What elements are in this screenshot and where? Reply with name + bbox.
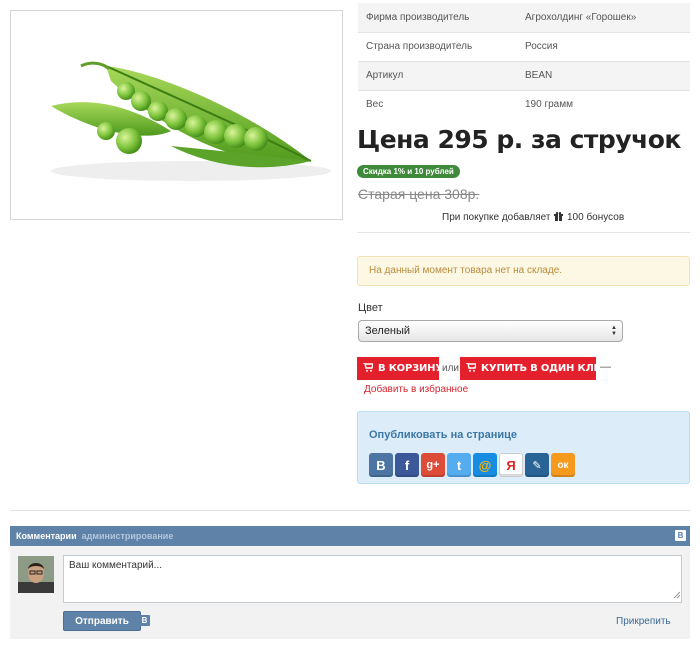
comment-input[interactable]: Ваш комментарий... bbox=[63, 555, 682, 603]
table-row: Вес 190 грамм bbox=[358, 89, 690, 119]
price-title: Цена 295 р. за стручок bbox=[357, 125, 681, 154]
spec-value: BEAN bbox=[517, 60, 690, 90]
spec-label: Страна производитель bbox=[358, 31, 517, 61]
table-row: Фирма производитель Агрохолдинг «Горошек… bbox=[358, 3, 690, 32]
mail-ru-icon[interactable]: @ bbox=[473, 453, 497, 477]
product-image[interactable] bbox=[10, 10, 343, 220]
share-box: Опубликовать на странице B f g+ t @ Я ✎ … bbox=[357, 411, 690, 484]
buy-one-click-button[interactable]: КУПИТЬ В ОДИН КЛИК bbox=[460, 357, 610, 380]
color-select[interactable]: Зеленый ▲ ▼ bbox=[358, 320, 623, 342]
comments-header: Комментарии администрирование B bbox=[10, 526, 690, 546]
add-to-cart-button[interactable]: В КОРЗИНУ bbox=[357, 357, 443, 380]
add-to-cart-label: В КОРЗИНУ bbox=[378, 363, 443, 374]
color-selected-value: Зеленый bbox=[365, 325, 411, 337]
attach-link[interactable]: Прикрепить bbox=[616, 616, 671, 627]
pea-pod-illustration bbox=[51, 61, 331, 181]
admin-link[interactable]: администрирование bbox=[82, 531, 174, 541]
vkontakte-icon[interactable]: B bbox=[369, 453, 393, 477]
spec-value: 190 грамм bbox=[517, 89, 690, 119]
spec-value: Агрохолдинг «Горошек» bbox=[517, 3, 690, 32]
dash-separator: — bbox=[600, 361, 611, 373]
color-label: Цвет bbox=[358, 302, 383, 314]
facebook-icon[interactable]: f bbox=[395, 453, 419, 477]
gift-icon bbox=[554, 212, 564, 224]
old-price: Старая цена 308р. bbox=[358, 186, 480, 202]
cart-icon bbox=[363, 361, 374, 375]
spec-label: Фирма производитель bbox=[358, 3, 517, 32]
google-plus-icon[interactable]: g+ bbox=[421, 453, 445, 477]
product-specs-table: Фирма производитель Агрохолдинг «Горошек… bbox=[358, 3, 690, 119]
comment-placeholder: Ваш комментарий... bbox=[69, 560, 163, 571]
livejournal-icon[interactable]: ✎ bbox=[525, 453, 549, 477]
send-comment-button[interactable]: Отправить bbox=[63, 611, 141, 631]
spec-label: Артикул bbox=[358, 60, 517, 90]
buy-one-click-label: КУПИТЬ В ОДИН КЛИК bbox=[481, 363, 610, 374]
vk-logo-icon: B bbox=[675, 530, 686, 541]
share-icons: B f g+ t @ Я ✎ ок bbox=[369, 453, 575, 477]
odnoklassniki-icon[interactable]: ок bbox=[551, 453, 575, 477]
yandex-icon[interactable]: Я bbox=[499, 453, 523, 477]
or-text: или bbox=[442, 363, 460, 374]
bonus-info: При покупке добавляет 100 бонусов bbox=[442, 212, 624, 224]
comments-widget: Комментарии администрирование B Ваш комм… bbox=[10, 526, 690, 639]
spec-label: Вес bbox=[358, 89, 517, 119]
comments-title: Комментарии bbox=[16, 531, 77, 541]
cart-icon bbox=[466, 361, 477, 375]
divider bbox=[10, 510, 690, 511]
bonus-suffix: 100 бонусов bbox=[566, 212, 625, 223]
vk-logo-icon: B bbox=[139, 615, 150, 626]
spec-value: Россия bbox=[517, 31, 690, 61]
share-title: Опубликовать на странице bbox=[369, 429, 518, 441]
divider bbox=[357, 232, 690, 233]
table-row: Артикул BEAN bbox=[358, 60, 690, 90]
select-arrows-icon: ▲ ▼ bbox=[611, 325, 617, 337]
discount-badge: Скидка 1% и 10 рублей bbox=[357, 165, 460, 178]
twitter-icon[interactable]: t bbox=[447, 453, 471, 477]
out-of-stock-alert: На данный момент товара нет на складе. bbox=[357, 256, 690, 286]
avatar bbox=[18, 556, 54, 593]
table-row: Страна производитель Россия bbox=[358, 31, 690, 61]
add-to-favorites-link[interactable]: Добавить в избранное bbox=[364, 384, 468, 395]
resize-handle-icon[interactable] bbox=[673, 590, 681, 601]
bonus-prefix: При покупке добавляет bbox=[442, 212, 551, 223]
